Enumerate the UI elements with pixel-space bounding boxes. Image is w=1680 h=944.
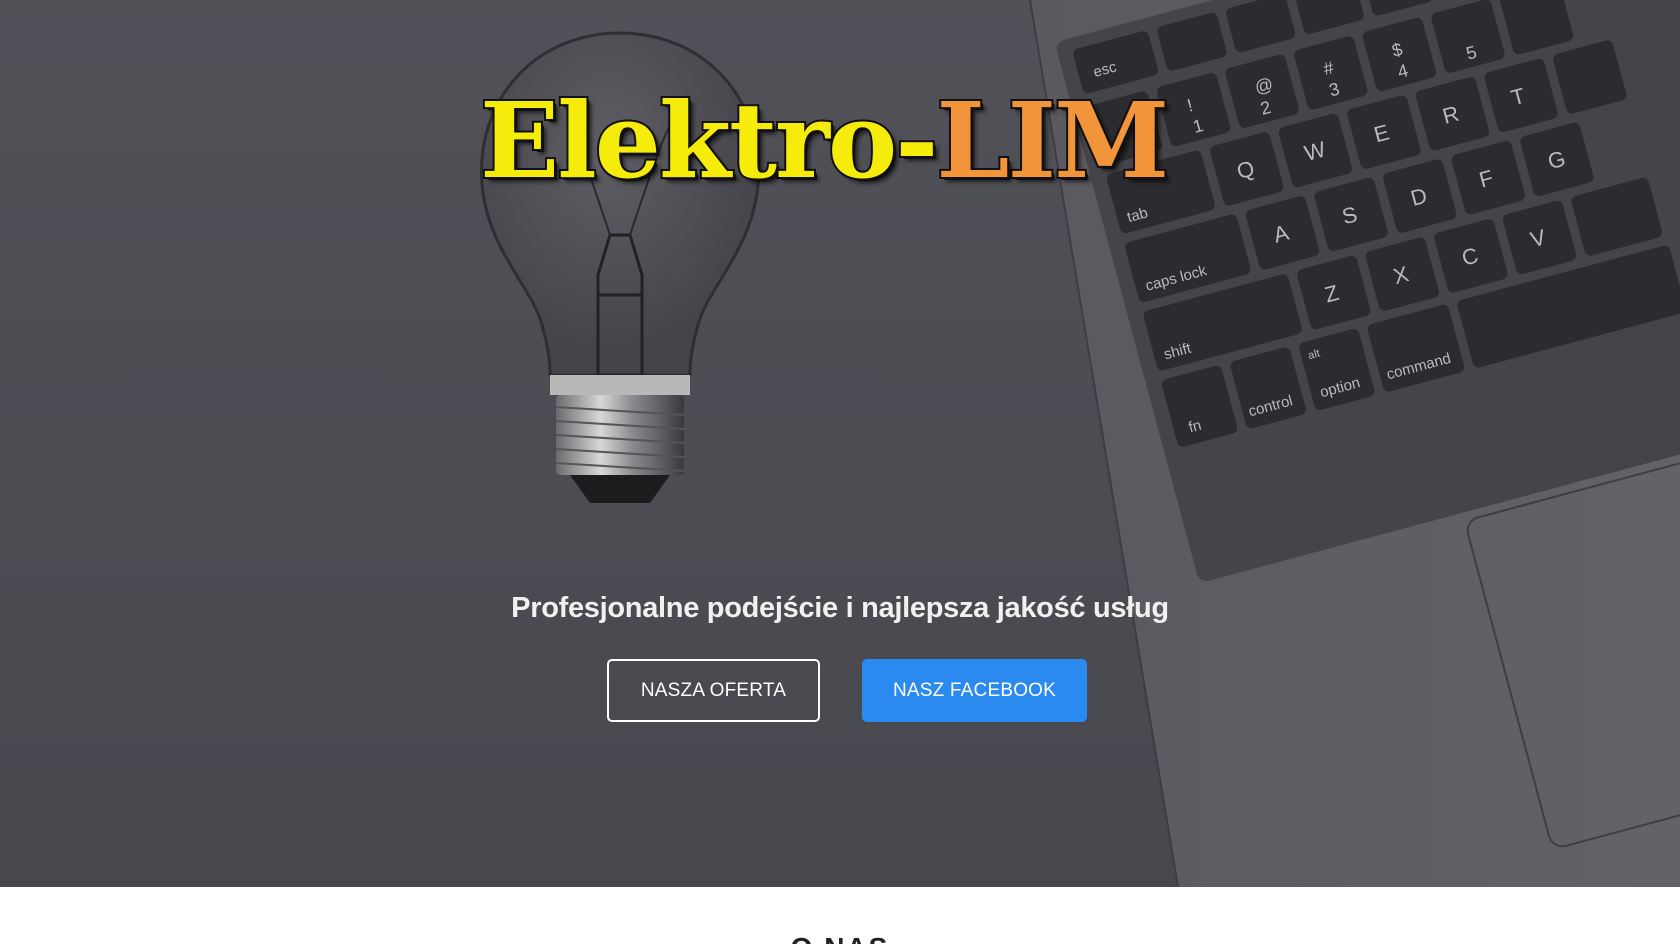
hero-tagline: Profesjonalne podejście i najlepsza jako… bbox=[511, 592, 1169, 624]
brand-logo[interactable]: Elektro-LIM bbox=[478, 77, 1171, 204]
hero-section: esc ~ ! 1 @ 2 # 3 $ 4 5 tab Q W E R T ca… bbox=[0, 0, 1680, 887]
about-section-title: O NAS bbox=[0, 932, 1680, 944]
logo-text-lim: LIM bbox=[934, 77, 1171, 204]
our-facebook-button[interactable]: NASZ FACEBOOK bbox=[862, 659, 1087, 722]
logo-text-elektro: Elektro- bbox=[478, 77, 940, 204]
our-offer-button[interactable]: NASZA OFERTA bbox=[607, 659, 820, 722]
